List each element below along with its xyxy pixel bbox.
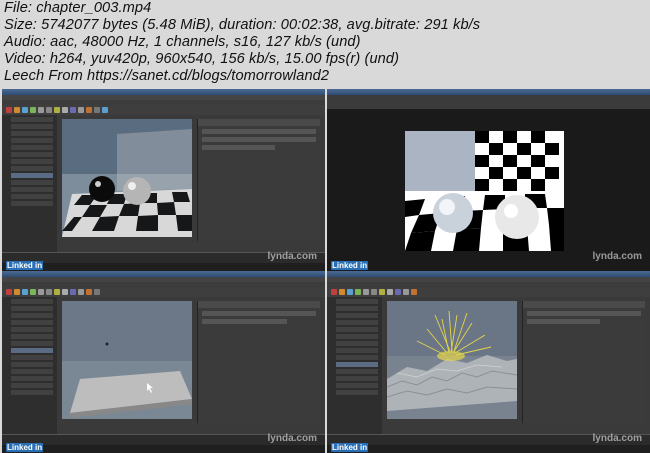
- video-info-line: Video: h264, yuv420p, 960x540, 156 kb/s,…: [4, 51, 400, 67]
- outliner-panel: [2, 115, 57, 259]
- file-info-block: File: chapter_003.mp4 Size: 5742077 byte…: [4, 0, 644, 85]
- render-view-window: lynda.com Linked in: [327, 89, 650, 271]
- thumbnail-2: lynda.com Linked in: [327, 89, 650, 271]
- command-line: [2, 263, 325, 271]
- linkedin-logo: Linked in: [331, 443, 369, 452]
- lynda-watermark: lynda.com: [267, 251, 317, 262]
- source-line: Leech From https://sanet.cd/blogs/tomorr…: [4, 68, 330, 84]
- shelf-toolbar: [2, 287, 325, 297]
- linkedin-logo: Linked in: [6, 443, 44, 452]
- viewport-spheres: [62, 119, 192, 237]
- shelf-toolbar: [327, 287, 650, 297]
- linkedin-logo: Linked in: [331, 261, 369, 270]
- linkedin-logo: Linked in: [6, 261, 44, 270]
- lynda-watermark: lynda.com: [267, 433, 317, 444]
- attribute-editor: [197, 301, 320, 423]
- attribute-editor: [522, 301, 645, 423]
- outliner-panel: [2, 297, 57, 441]
- command-line: [2, 445, 325, 453]
- outliner-panel: [327, 297, 382, 441]
- thumbnail-3: lynda.com Linked in: [2, 271, 325, 453]
- thumbnail-1: Linked in lynda.com: [2, 89, 325, 271]
- viewport-plane: [62, 301, 192, 419]
- rendered-image: [405, 131, 564, 251]
- attribute-editor: [197, 119, 320, 241]
- command-line: [327, 445, 650, 453]
- lynda-watermark: lynda.com: [592, 433, 642, 444]
- viewport-terrain: [387, 301, 517, 419]
- audio-info-line: Audio: aac, 48000 Hz, 1 channels, s16, 1…: [4, 34, 361, 50]
- lynda-watermark: lynda.com: [592, 251, 642, 262]
- shelf-toolbar: [2, 105, 325, 115]
- file-size-line: Size: 5742077 bytes (5.48 MiB), duration…: [4, 17, 481, 33]
- thumbnail-4: lynda.com Linked in: [327, 271, 650, 453]
- render-toolbar: [327, 95, 650, 109]
- file-name-line: File: chapter_003.mp4: [4, 0, 152, 16]
